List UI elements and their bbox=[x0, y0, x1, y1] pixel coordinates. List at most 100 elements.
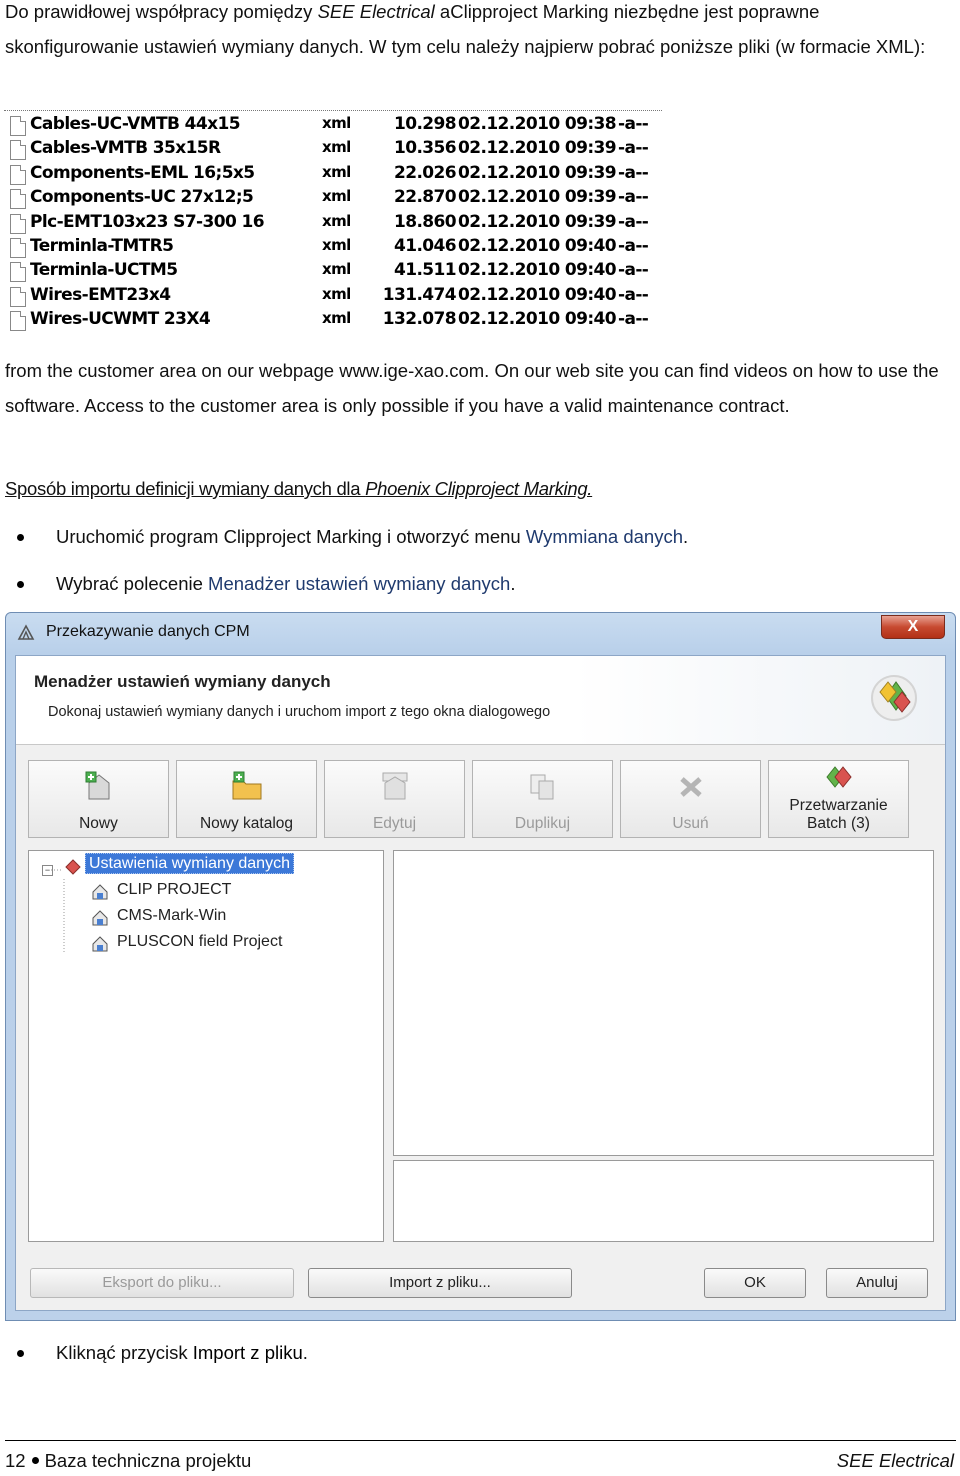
bullet-end: . bbox=[510, 573, 516, 594]
bullet-icon bbox=[17, 534, 24, 541]
batch-processing-button[interactable]: Przetwarzanie Batch (3) bbox=[768, 760, 909, 838]
file-icon bbox=[10, 116, 26, 136]
file-size: 41.046 bbox=[393, 236, 457, 256]
file-icon bbox=[10, 140, 26, 161]
file-ext: xml bbox=[322, 211, 351, 230]
file-icon bbox=[10, 238, 26, 258]
file-ext: xml bbox=[322, 114, 351, 132]
file-attributes: -a-- bbox=[618, 309, 649, 330]
exchange-logo-icon bbox=[871, 675, 917, 721]
file-date: 02.12.2010 09:38 bbox=[458, 114, 617, 134]
file-row: Cables-UC-VMTB 44x15 xml 10.298 02.12.2010 … bbox=[10, 114, 660, 138]
tree-child-node[interactable]: CLIP PROJECT bbox=[117, 881, 231, 899]
delete-button[interactable]: Usuń bbox=[620, 760, 761, 838]
file-icon bbox=[10, 311, 26, 332]
file-size: 132.078 bbox=[382, 309, 457, 330]
file-name: Terminla-UCTM5 bbox=[30, 260, 178, 281]
file-date: 02.12.2010 09:39 bbox=[458, 138, 617, 159]
file-attributes: -a-- bbox=[618, 260, 649, 281]
ok-button[interactable]: OK bbox=[704, 1268, 806, 1298]
delete-label: Usuń bbox=[672, 815, 709, 832]
tree-child-node[interactable]: CMS-Mark-Win bbox=[117, 907, 226, 925]
file-date: 02.12.2010 09:39 bbox=[458, 187, 617, 208]
heading-text: Sposób importu definicji wymiany danych … bbox=[5, 478, 366, 499]
bullet-text: Kliknąć przycisk bbox=[56, 1342, 193, 1363]
file-icon bbox=[10, 213, 26, 234]
file-icon bbox=[10, 262, 26, 283]
file-row: Wires-EMT23x4 xml 131.474 02.12.2010 09:40-… bbox=[10, 285, 660, 309]
dialog-title: Przekazywanie danych CPM bbox=[46, 623, 250, 640]
new-catalog-label: Nowy katalog bbox=[199, 815, 294, 832]
menu-name-wymiana: Wymmiana danych bbox=[525, 526, 684, 547]
file-name: Components-EML 16;5x5 bbox=[30, 162, 255, 183]
batch-label-line2: Batch (3) bbox=[807, 815, 870, 832]
close-button[interactable]: X bbox=[881, 615, 945, 639]
heading-product: Phoenix Clipproject Marking. bbox=[365, 478, 593, 499]
batch-label-line1: Przetwarzanie bbox=[789, 797, 888, 814]
file-row: Plc-EMT103x23 S7-300 16 xml 18.860 02.12.20… bbox=[10, 212, 660, 236]
delete-icon bbox=[679, 777, 702, 797]
file-size: 41.511 bbox=[393, 260, 457, 281]
file-ext: xml bbox=[322, 260, 351, 279]
file-name: Terminla-TMTR5 bbox=[30, 236, 174, 256]
file-row: Components-EML 16;5x5 xml 22.026 02.12.2010… bbox=[10, 163, 660, 187]
button-name-import: Import z pliku bbox=[192, 1342, 303, 1363]
dialog-header: Menadżer ustawień wymiany danych Dokonaj… bbox=[16, 656, 945, 745]
file-ext: xml bbox=[322, 162, 351, 181]
file-date: 02.12.2010 09:39 bbox=[458, 162, 617, 183]
settings-root-icon bbox=[65, 859, 81, 875]
duplicate-icon bbox=[530, 774, 553, 800]
import-from-file-button[interactable]: Import z pliku... bbox=[308, 1268, 572, 1298]
file-icon bbox=[10, 164, 26, 185]
batch-icon bbox=[825, 766, 852, 788]
file-attributes: -a-- bbox=[618, 138, 649, 159]
new-button[interactable]: Nowy bbox=[28, 760, 169, 838]
cancel-button[interactable]: Anuluj bbox=[826, 1268, 928, 1298]
file-name: Wires-EMT23x4 bbox=[30, 284, 171, 305]
duplicate-label: Duplikuj bbox=[514, 815, 571, 832]
file-size: 18.860 bbox=[393, 211, 457, 232]
export-to-file-button[interactable]: Eksport do pliku... bbox=[30, 1268, 294, 1298]
footer-brand: SEE Electrical bbox=[836, 1450, 954, 1471]
footer-left: 12 Baza techniczna projektu bbox=[5, 1450, 251, 1472]
file-row: Components-UC 27x12;5 xml 22.870 02.12.2010… bbox=[10, 187, 660, 211]
settings-tree[interactable]: − Ustawienia wymiany danych CLIP PROJECT… bbox=[28, 850, 384, 1242]
tree-root-label: Ustawienia wymiany danych bbox=[85, 853, 294, 874]
duplicate-button[interactable]: Duplikuj bbox=[472, 760, 613, 838]
file-list-border bbox=[4, 110, 662, 111]
section-heading: Sposób importu definicji wymiany danych … bbox=[5, 471, 955, 506]
file-attributes: -a-- bbox=[618, 284, 649, 305]
file-name: Cables-UC-VMTB 44x15 bbox=[30, 114, 241, 134]
file-name: Plc-EMT103x23 S7-300 16 bbox=[30, 211, 265, 232]
file-row: Terminla-UCTM5 xml 41.511 02.12.2010 09:40-… bbox=[10, 260, 660, 284]
file-ext: xml bbox=[322, 138, 351, 157]
file-ext: xml bbox=[322, 236, 351, 254]
page-number: 12 bbox=[5, 1450, 26, 1471]
file-row: Cables-VMTB 35x15R xml 10.356 02.12.2010 09… bbox=[10, 138, 660, 162]
new-button-label: Nowy bbox=[79, 815, 118, 832]
edit-icon bbox=[382, 772, 407, 800]
intro-brand: SEE Electrical bbox=[317, 1, 435, 22]
bullet-end: . bbox=[683, 526, 689, 547]
project-settings-icon bbox=[91, 909, 109, 927]
edit-button[interactable]: Edytuj bbox=[324, 760, 465, 838]
new-icon bbox=[85, 771, 109, 800]
file-attributes: -a-- bbox=[618, 236, 649, 256]
edit-label: Edytuj bbox=[372, 815, 417, 832]
dialog-body: Menadżer ustawień wymiany danych Dokonaj… bbox=[15, 655, 946, 1311]
file-list: Cables-UC-VMTB 44x15 xml 10.298 02.12.2010 … bbox=[4, 108, 664, 334]
tree-child-node[interactable]: PLUSCON field Project bbox=[117, 933, 282, 951]
new-catalog-button[interactable]: Nowy katalog bbox=[176, 760, 317, 838]
bullet-icon bbox=[17, 581, 24, 588]
file-date: 02.12.2010 09:40 bbox=[458, 309, 617, 330]
app-icon bbox=[17, 624, 35, 640]
description-panel bbox=[393, 1160, 934, 1242]
bullet-icon bbox=[17, 1350, 24, 1357]
file-row: Terminla-TMTR5 xml 41.046 02.12.2010 09:40-… bbox=[10, 236, 660, 260]
tree-root-node[interactable]: Ustawienia wymiany danych bbox=[85, 853, 294, 874]
footer-bullet-icon bbox=[31, 1457, 39, 1465]
file-attributes: -a-- bbox=[618, 114, 649, 134]
file-size: 22.870 bbox=[393, 187, 457, 208]
file-size: 10.298 bbox=[393, 114, 457, 134]
file-attributes: -a-- bbox=[618, 187, 649, 208]
